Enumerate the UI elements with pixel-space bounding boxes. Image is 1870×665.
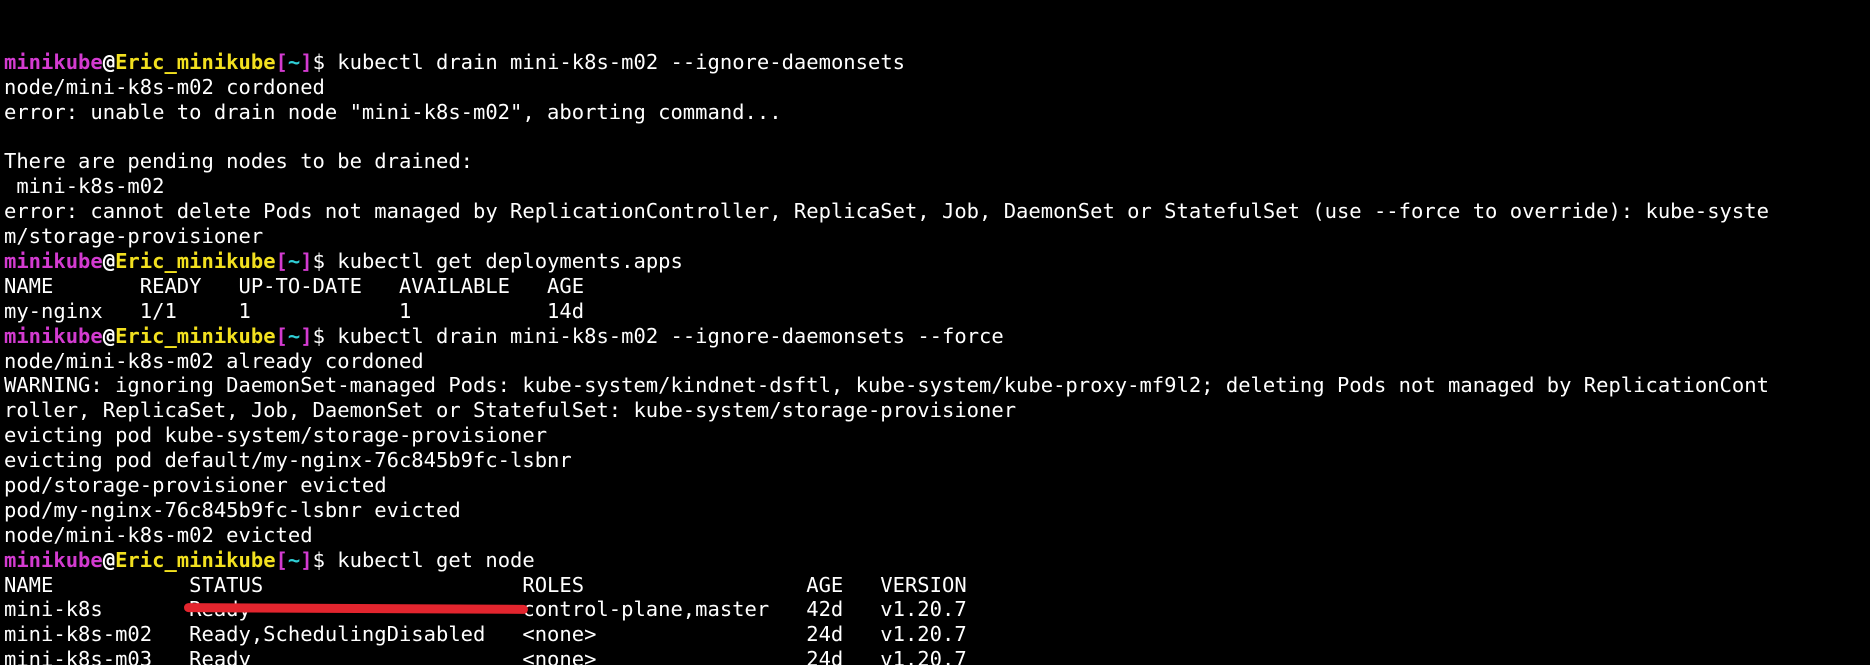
output-line: error: unable to drain node "mini-k8s-m0… xyxy=(4,99,782,124)
terminal-window[interactable]: minikube@Eric_minikube[~]$ kubectl drain… xyxy=(4,0,1866,665)
prompt-host: Eric_minikube xyxy=(115,248,276,273)
terminal-output: minikube@Eric_minikube[~]$ kubectl drain… xyxy=(4,50,1866,665)
prompt-user: minikube xyxy=(4,49,103,74)
prompt-dollar: $ xyxy=(312,49,338,74)
prompt-path: ~ xyxy=(287,49,301,74)
prompt-bracket-close: ] xyxy=(300,547,313,572)
prompt-bracket-close: ] xyxy=(300,49,313,74)
output-line: mini-k8s-m02 xyxy=(4,174,165,199)
output-line: NAME STATUS ROLES AGE VERSION xyxy=(4,572,967,597)
prompt-at: @ xyxy=(102,49,116,74)
prompt-bracket-open: [ xyxy=(275,323,288,348)
prompt-host: Eric_minikube xyxy=(115,49,276,74)
prompt-line: minikube@Eric_minikube[~]$ kubectl drain… xyxy=(4,50,1866,75)
prompt-bracket-open: [ xyxy=(275,248,288,273)
output-line: NAME READY UP-TO-DATE AVAILABLE AGE xyxy=(4,273,585,298)
output-line: m/storage-provisioner xyxy=(4,224,264,249)
command-text: kubectl drain mini-k8s-m02 --ignore-daem… xyxy=(337,49,905,74)
prompt-at: @ xyxy=(102,547,116,572)
output-line: node/mini-k8s-m02 already cordoned xyxy=(4,348,424,373)
output-line: my-nginx 1/1 1 1 14d xyxy=(4,298,585,323)
output-line: evicting pod default/my-nginx-76c845b9fc… xyxy=(4,448,572,473)
output-line: node/mini-k8s-m02 cordoned xyxy=(4,74,325,99)
command-text: kubectl get deployments.apps xyxy=(337,248,683,273)
output-line: WARNING: ignoring DaemonSet-managed Pods… xyxy=(4,373,1769,398)
prompt-dollar: $ xyxy=(312,547,338,572)
prompt-bracket-close: ] xyxy=(300,323,313,348)
prompt-path: ~ xyxy=(287,248,301,273)
prompt-at: @ xyxy=(102,248,116,273)
prompt-host: Eric_minikube xyxy=(115,323,276,348)
command-text: kubectl get node xyxy=(337,547,535,572)
prompt-user: minikube xyxy=(4,248,103,273)
prompt-user: minikube xyxy=(4,323,103,348)
prompt-at: @ xyxy=(102,323,116,348)
prompt-line: minikube@Eric_minikube[~]$ kubectl get d… xyxy=(4,249,1866,274)
output-line: There are pending nodes to be drained: xyxy=(4,149,473,174)
prompt-bracket-open: [ xyxy=(275,547,288,572)
prompt-dollar: $ xyxy=(312,248,338,273)
output-line: error: cannot delete Pods not managed by… xyxy=(4,199,1769,224)
prompt-dollar: $ xyxy=(312,323,338,348)
prompt-user: minikube xyxy=(4,547,103,572)
output-line: pod/my-nginx-76c845b9fc-lsbnr evicted xyxy=(4,497,461,522)
output-line: node/mini-k8s-m02 evicted xyxy=(4,522,313,547)
output-line: evicting pod kube-system/storage-provisi… xyxy=(4,423,548,448)
output-line: mini-k8s-m03 Ready <none> 24d v1.20.7 xyxy=(4,647,967,665)
output-line: pod/storage-provisioner evicted xyxy=(4,472,387,497)
prompt-line: minikube@Eric_minikube[~]$ kubectl drain… xyxy=(4,324,1866,349)
output-line: mini-k8s-m02 Ready,SchedulingDisabled <n… xyxy=(4,622,967,647)
prompt-line: minikube@Eric_minikube[~]$ kubectl get n… xyxy=(4,548,1866,573)
prompt-path: ~ xyxy=(287,547,301,572)
command-text: kubectl drain mini-k8s-m02 --ignore-daem… xyxy=(337,323,1004,348)
prompt-host: Eric_minikube xyxy=(115,547,276,572)
red-underline-annotation xyxy=(183,603,529,614)
prompt-bracket-close: ] xyxy=(300,248,313,273)
prompt-path: ~ xyxy=(287,323,301,348)
output-line: roller, ReplicaSet, Job, DaemonSet or St… xyxy=(4,398,1017,423)
prompt-bracket-open: [ xyxy=(275,49,288,74)
